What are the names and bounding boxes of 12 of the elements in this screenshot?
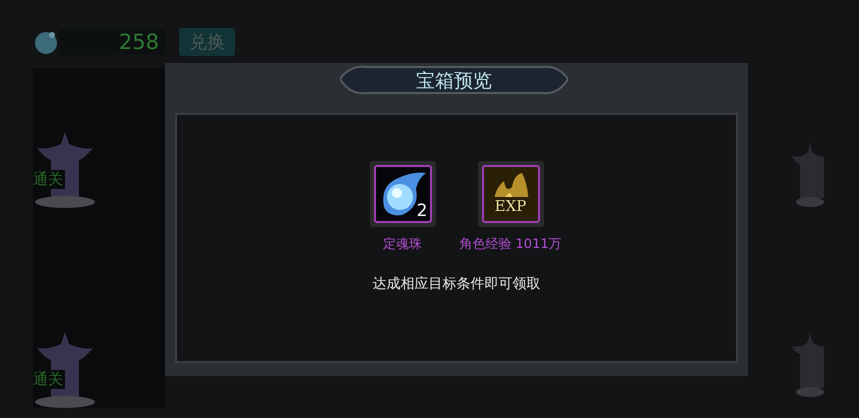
item-count: 2 bbox=[416, 201, 428, 221]
reward-slot[interactable]: 2 bbox=[370, 161, 436, 227]
currency-amount: 258 bbox=[59, 29, 165, 55]
exchange-button[interactable]: 兑换 bbox=[179, 28, 235, 56]
stage-label[interactable]: 通关 bbox=[33, 370, 65, 389]
reward-name: 定魂珠 bbox=[383, 236, 422, 253]
orb-icon bbox=[33, 29, 59, 55]
reward-slot[interactable]: EXP bbox=[478, 161, 544, 227]
reward-name: 角色经验 1011万 bbox=[459, 236, 562, 253]
dialog-title: 宝箱预览 bbox=[415, 69, 493, 94]
stage-label[interactable]: 通关 bbox=[33, 170, 65, 189]
reward-hint: 达成相应目标条件即可领取 bbox=[372, 275, 540, 293]
